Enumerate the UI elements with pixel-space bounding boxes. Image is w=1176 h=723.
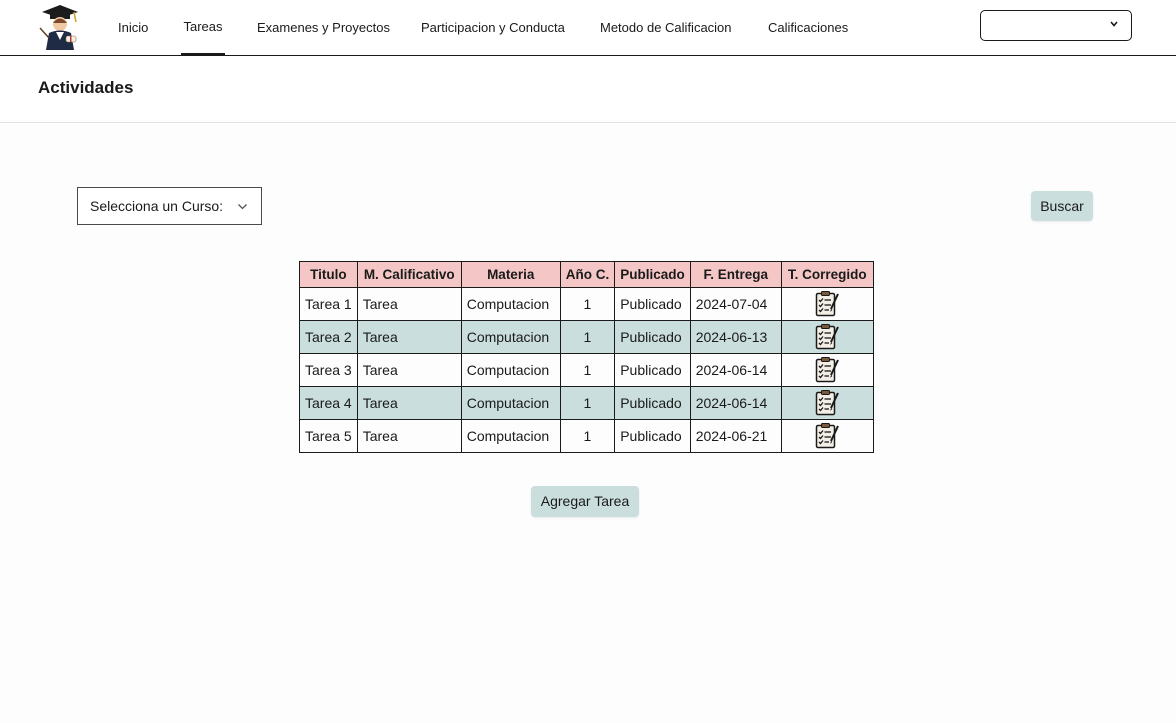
cell-materia: Computacion (460, 353, 561, 387)
cell-entrega: 2024-07-04 (689, 287, 782, 321)
cell-metodo: Tarea (356, 353, 462, 387)
nav-item-inicio[interactable]: Inicio (118, 0, 148, 55)
cell-anio: 1 (559, 386, 616, 420)
cell-entrega: 2024-06-13 (689, 320, 782, 354)
cell-titulo: Tarea 2 (299, 320, 358, 354)
cell-titulo: Tarea 5 (299, 419, 358, 453)
cell-entrega: 2024-06-21 (689, 419, 782, 453)
cell-anio: 1 (559, 320, 616, 354)
top-navbar: Inicio Tareas Examenes y Proyectos Parti… (0, 0, 1176, 56)
cell-corregido (780, 419, 874, 453)
cell-anio: 1 (559, 419, 616, 453)
cell-materia: Computacion (460, 287, 561, 321)
chevron-down-icon (238, 204, 247, 210)
user-dropdown[interactable] (980, 10, 1132, 41)
table-header-row: Titulo M. Calificativo Materia Año C. Pu… (299, 261, 874, 288)
cell-titulo: Tarea 1 (299, 287, 358, 321)
cell-corregido (780, 320, 874, 354)
table-row: Tarea 1 Tarea Computacion 1 Publicado 20… (299, 287, 874, 321)
cell-anio: 1 (559, 353, 616, 387)
column-header-entrega: F. Entrega (689, 261, 782, 288)
main-content: Selecciona un Curso: Buscar Titulo M. Ca… (0, 124, 1176, 723)
page-header: Actividades (0, 56, 1176, 123)
course-select-label: Selecciona un Curso: (90, 198, 224, 214)
clipboard-checklist-icon[interactable] (814, 356, 840, 384)
cell-metodo: Tarea (356, 419, 462, 453)
nav-item-metodo-calificacion[interactable]: Metodo de Calificacion (600, 0, 732, 55)
clipboard-checklist-icon[interactable] (814, 323, 840, 351)
cell-entrega: 2024-06-14 (689, 386, 782, 420)
cell-publicado: Publicado (614, 287, 691, 321)
course-select[interactable]: Selecciona un Curso: (77, 187, 262, 225)
column-header-publicado: Publicado (614, 261, 691, 288)
chevron-down-icon (1110, 21, 1118, 27)
table-row: Tarea 5 Tarea Computacion 1 Publicado 20… (299, 419, 874, 453)
add-task-button[interactable]: Agregar Tarea (531, 486, 639, 517)
cell-metodo: Tarea (356, 320, 462, 354)
column-header-metodo: M. Calificativo (356, 261, 462, 288)
cell-publicado: Publicado (614, 353, 691, 387)
nav-item-examenes-proyectos[interactable]: Examenes y Proyectos (257, 0, 390, 55)
cell-corregido (780, 386, 874, 420)
cell-materia: Computacion (460, 320, 561, 354)
table-row: Tarea 4 Tarea Computacion 1 Publicado 20… (299, 386, 874, 420)
cell-publicado: Publicado (614, 386, 691, 420)
cell-entrega: 2024-06-14 (689, 353, 782, 387)
cell-metodo: Tarea (356, 386, 462, 420)
column-header-materia: Materia (460, 261, 561, 288)
cell-corregido (780, 287, 874, 321)
table-row: Tarea 2 Tarea Computacion 1 Publicado 20… (299, 320, 874, 354)
graduate-logo-icon[interactable] (36, 2, 82, 50)
clipboard-checklist-icon[interactable] (814, 422, 840, 450)
table-row: Tarea 3 Tarea Computacion 1 Publicado 20… (299, 353, 874, 387)
cell-anio: 1 (559, 287, 616, 321)
activities-table: Titulo M. Calificativo Materia Año C. Pu… (299, 261, 874, 453)
nav-item-participacion-conducta[interactable]: Participacion y Conducta (421, 0, 565, 55)
nav-item-calificaciones[interactable]: Calificaciones (768, 0, 848, 55)
cell-corregido (780, 353, 874, 387)
cell-publicado: Publicado (614, 320, 691, 354)
cell-materia: Computacion (460, 386, 561, 420)
nav-item-tareas[interactable]: Tareas (181, 0, 225, 55)
column-header-titulo: Titulo (299, 261, 358, 288)
cell-publicado: Publicado (614, 419, 691, 453)
column-header-anio: Año C. (559, 261, 616, 288)
cell-titulo: Tarea 3 (299, 353, 358, 387)
cell-metodo: Tarea (356, 287, 462, 321)
column-header-corregido: T. Corregido (780, 261, 874, 288)
cell-materia: Computacion (460, 419, 561, 453)
cell-titulo: Tarea 4 (299, 386, 358, 420)
search-button[interactable]: Buscar (1031, 191, 1093, 221)
clipboard-checklist-icon[interactable] (814, 290, 840, 318)
clipboard-checklist-icon[interactable] (814, 389, 840, 417)
page-title: Actividades (38, 78, 134, 97)
